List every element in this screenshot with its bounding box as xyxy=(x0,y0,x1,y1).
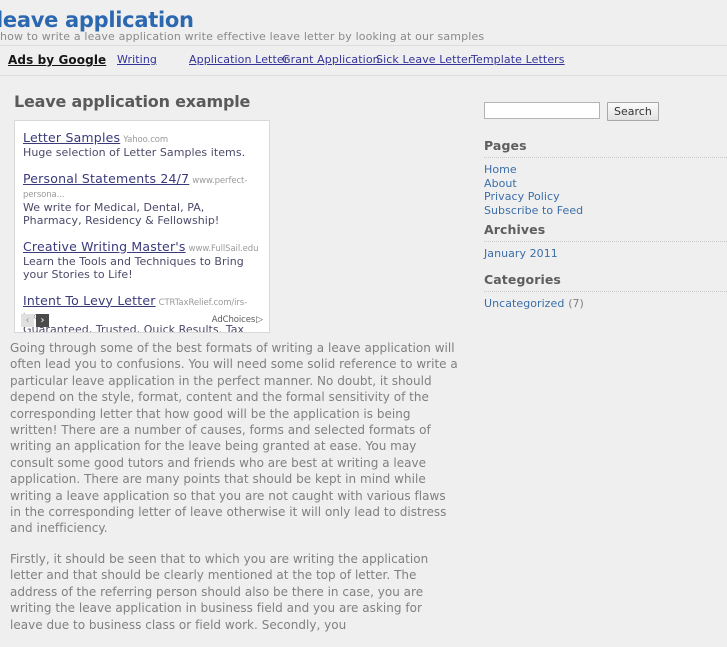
sidebar-widget-pages: Pages Home About Privacy Policy Subscrib… xyxy=(484,138,727,218)
sidebar-item-january-2011[interactable]: January 2011 xyxy=(484,247,558,260)
adchoices-link[interactable]: AdChoices▷ xyxy=(212,315,263,325)
site-description: how to write a leave application write e… xyxy=(0,30,485,43)
ads-by-google-brand-link[interactable]: Ads by Google xyxy=(8,53,106,67)
article-body: Going through some of the best formats o… xyxy=(10,340,458,647)
ads-nav-inner: Ads by Google Writing Application Letter… xyxy=(0,46,727,75)
ad-headline-link[interactable]: Letter Samples xyxy=(23,130,120,145)
list-item[interactable]: Home xyxy=(484,163,727,177)
ad-footer: ‹ › AdChoices▷ xyxy=(15,312,269,332)
ad-headline-link[interactable]: Intent To Levy Letter xyxy=(23,293,156,308)
sidebar-list: Home About Privacy Policy Subscribe to F… xyxy=(484,163,727,218)
ad-headline-link[interactable]: Personal Statements 24/7 xyxy=(23,171,189,186)
page-title: Leave application example xyxy=(14,92,251,111)
ads-nav-link-template-letters[interactable]: Template Letters xyxy=(471,53,565,66)
adchoices-label: AdChoices xyxy=(211,315,256,325)
next-arrow-icon[interactable]: › xyxy=(36,314,49,327)
list-item[interactable]: Subscribe to Feed xyxy=(484,204,727,218)
ad-description: Huge selection of Letter Samples items. xyxy=(23,146,246,159)
site-header: leave application how to write a leave a… xyxy=(0,0,727,46)
ad-description: We write for Medical, Dental, PA, Pharma… xyxy=(23,200,220,228)
ads-by-google-nav: Ads by Google Writing Application Letter… xyxy=(0,45,727,76)
category-count: (7) xyxy=(568,297,584,310)
sidebar-item-home[interactable]: Home xyxy=(484,163,517,176)
search-input[interactable] xyxy=(484,102,600,119)
sidebar-item-about[interactable]: About xyxy=(484,177,517,190)
sidebar-list: January 2011 xyxy=(484,247,727,261)
article-paragraph: Going through some of the best formats o… xyxy=(10,341,458,536)
previous-arrow-icon[interactable]: ‹ xyxy=(21,314,34,327)
sidebar-widget-categories: Categories Uncategorized (7) xyxy=(484,272,727,311)
ad-unit[interactable]: Creative Writing Master's www.FullSail.ed… xyxy=(15,228,269,282)
site-title[interactable]: leave application xyxy=(0,8,194,32)
sidebar-widget-archives: Archives January 2011 xyxy=(484,222,727,261)
list-item[interactable]: Privacy Policy xyxy=(484,190,727,204)
list-item[interactable]: About xyxy=(484,177,727,191)
sidebar-list: Uncategorized (7) xyxy=(484,297,727,311)
article-paragraph: Firstly, it should be seen that to which… xyxy=(10,551,429,632)
ads-nav-link-application-letter[interactable]: Application Letter xyxy=(189,53,288,66)
ad-pager: ‹ › xyxy=(21,314,51,327)
widget-title: Archives xyxy=(484,222,727,242)
sidebar-item-uncategorized[interactable]: Uncategorized xyxy=(484,297,564,310)
widget-title: Categories xyxy=(484,272,727,292)
ad-headline-link[interactable]: Creative Writing Master's xyxy=(23,239,186,254)
sidebar-item-subscribe-to-feed[interactable]: Subscribe to Feed xyxy=(484,204,583,217)
ads-nav-link-sick-leave-letter[interactable]: Sick Leave Letter xyxy=(376,53,473,66)
list-item[interactable]: January 2011 xyxy=(484,247,727,261)
page-wrapper: Leave application example Letter Samples… xyxy=(0,76,727,632)
main-content: Leave application example Letter Samples… xyxy=(0,76,470,632)
adchoices-triangle-icon: ▷ xyxy=(256,315,263,325)
ad-description: Learn the Tools and Techniques to Bring … xyxy=(23,254,244,282)
ad-domain: www.FullSail.edu xyxy=(188,243,259,254)
search-form: Search xyxy=(484,102,659,121)
ads-nav-link-grant-application[interactable]: Grant Application xyxy=(282,53,380,66)
ad-domain: Yahoo.com xyxy=(123,135,169,145)
list-item[interactable]: Uncategorized (7) xyxy=(484,297,727,311)
ad-unit[interactable]: Personal Statements 24/7 www.perfect-pers… xyxy=(15,160,269,228)
advertisement-block: Letter Samples Yahoo.com Huge selection o… xyxy=(14,120,270,333)
search-button[interactable]: Search xyxy=(607,102,659,121)
ads-nav-link-writing[interactable]: Writing xyxy=(117,53,157,66)
sidebar-item-privacy-policy[interactable]: Privacy Policy xyxy=(484,190,560,203)
widget-title: Pages xyxy=(484,138,727,158)
ad-unit[interactable]: Letter Samples Yahoo.com Huge selection o… xyxy=(15,121,269,160)
